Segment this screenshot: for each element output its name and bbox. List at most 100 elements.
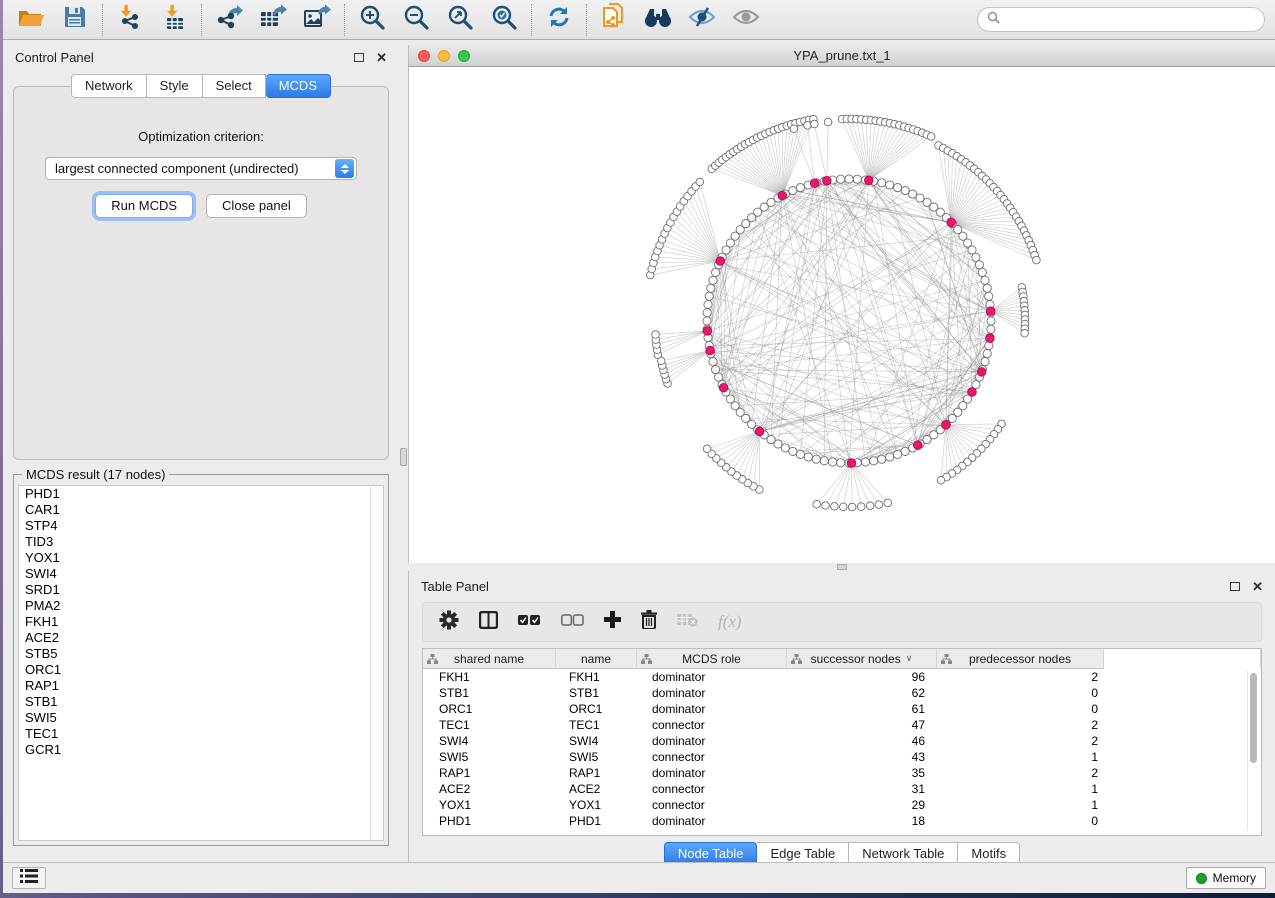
network-node[interactable] (983, 350, 991, 358)
network-node[interactable] (894, 184, 902, 192)
mcds-result-item[interactable]: YOX1 (19, 550, 383, 566)
mcds-hub-node[interactable] (986, 307, 995, 316)
network-node[interactable] (937, 477, 945, 485)
mcds-hub-node[interactable] (703, 327, 712, 336)
table-cell[interactable]: SWI5 (423, 749, 556, 765)
table-cell[interactable]: 18 (787, 813, 937, 829)
table-cell[interactable]: 35 (787, 765, 937, 781)
mcds-hub-node[interactable] (947, 218, 956, 227)
table-cell[interactable]: TEC1 (423, 717, 556, 733)
network-node[interactable] (652, 331, 660, 339)
mcds-result-item[interactable]: RAP1 (19, 678, 383, 694)
network-node[interactable] (886, 181, 894, 189)
table-cell[interactable]: 43 (787, 749, 937, 765)
hide-selected-button[interactable] (680, 3, 724, 37)
table-cell[interactable]: 0 (937, 701, 1104, 717)
table-cell[interactable]: connector (637, 749, 787, 765)
network-node[interactable] (901, 447, 909, 455)
network-node[interactable] (804, 122, 812, 130)
network-node[interactable] (715, 373, 723, 381)
network-node[interactable] (707, 284, 715, 292)
float-panel-icon[interactable] (354, 53, 364, 62)
table-cell[interactable]: YOX1 (556, 797, 637, 813)
tab-network[interactable]: Network (71, 74, 147, 98)
network-node[interactable] (975, 261, 983, 269)
table-cell[interactable]: 2 (937, 717, 1104, 733)
float-panel-icon[interactable] (1230, 582, 1240, 591)
optimization-criterion-select[interactable]: largest connected component (undirected) (45, 157, 357, 180)
first-neighbors-button[interactable] (636, 3, 680, 37)
network-node[interactable] (886, 453, 894, 461)
mcds-result-item[interactable]: PHD1 (19, 486, 383, 502)
column-header-name[interactable]: name (556, 649, 637, 669)
table-cell[interactable]: SWI4 (423, 733, 556, 749)
table-cell[interactable]: ACE2 (423, 781, 556, 797)
tab-style[interactable]: Style (147, 74, 203, 98)
network-node[interactable] (813, 500, 821, 508)
table-cell[interactable]: ACE2 (556, 781, 637, 797)
network-node[interactable] (978, 268, 986, 276)
network-node[interactable] (705, 292, 713, 300)
network-node[interactable] (972, 253, 980, 261)
zoom-fit-button[interactable] (438, 3, 482, 37)
close-panel-icon[interactable]: ✕ (376, 51, 387, 64)
network-graph[interactable] (409, 67, 1275, 562)
table-cell[interactable]: PHD1 (556, 813, 637, 829)
mcds-result-item[interactable]: STB1 (19, 694, 383, 710)
table-cell[interactable]: dominator (637, 733, 787, 749)
table-row[interactable]: SWI5SWI5connector431 (423, 749, 1261, 765)
function-builder-button[interactable]: f(x) (718, 612, 742, 632)
table-cell[interactable]: 2 (937, 669, 1104, 685)
table-cell[interactable]: 2 (937, 765, 1104, 781)
table-cell[interactable]: dominator (637, 685, 787, 701)
mcds-result-item[interactable]: FKH1 (19, 614, 383, 630)
scrollbar-thumb[interactable] (1250, 673, 1257, 763)
table-cell[interactable]: PHD1 (423, 813, 556, 829)
network-node[interactable] (811, 120, 819, 128)
delete-column-button[interactable] (641, 610, 657, 634)
mcds-result-item[interactable]: ORC1 (19, 662, 383, 678)
run-mcds-button[interactable]: Run MCDS (95, 194, 193, 218)
open-session-button[interactable] (9, 3, 53, 37)
mcds-hub-node[interactable] (719, 383, 728, 392)
table-cell[interactable]: FKH1 (556, 669, 637, 685)
mcds-result-item[interactable]: SRD1 (19, 582, 383, 598)
network-node[interactable] (790, 125, 798, 133)
network-node[interactable] (712, 366, 720, 374)
network-node[interactable] (866, 502, 874, 510)
mcds-result-item[interactable]: STB5 (19, 646, 383, 662)
table-cell[interactable]: dominator (637, 813, 787, 829)
network-node[interactable] (822, 502, 830, 510)
table-cell[interactable]: connector (637, 781, 787, 797)
import-table-button[interactable] (152, 3, 196, 37)
network-node[interactable] (985, 292, 993, 300)
table-cell[interactable]: 0 (937, 813, 1104, 829)
network-node[interactable] (709, 358, 717, 366)
mcds-result-item[interactable]: CAR1 (19, 502, 383, 518)
network-node[interactable] (853, 175, 861, 183)
delete-table-button[interactable] (677, 612, 698, 632)
table-cell[interactable]: dominator (637, 669, 787, 685)
select-all-button[interactable] (518, 613, 541, 631)
mcds-result-item[interactable]: SWI5 (19, 710, 383, 726)
network-node[interactable] (983, 284, 991, 292)
network-node[interactable] (878, 179, 886, 187)
table-row[interactable]: YOX1YOX1connector291 (423, 797, 1261, 813)
table-settings-button[interactable] (439, 610, 459, 635)
mcds-result-item[interactable]: ACE2 (19, 630, 383, 646)
search-input[interactable] (1006, 13, 1255, 27)
column-header-successor-nodes[interactable]: successor nodes∨ (787, 649, 937, 669)
network-node[interactable] (845, 175, 853, 183)
close-panel-icon[interactable]: ✕ (1252, 580, 1263, 593)
network-node[interactable] (831, 503, 839, 511)
column-header-predecessor-nodes[interactable]: predecessor nodes (937, 649, 1104, 669)
network-node[interactable] (857, 503, 865, 511)
network-node[interactable] (884, 499, 892, 507)
save-session-button[interactable] (53, 3, 97, 37)
show-panels-button[interactable] (12, 867, 46, 889)
network-node[interactable] (870, 457, 878, 465)
column-header-MCDS-role[interactable]: MCDS role (637, 649, 787, 669)
network-node[interactable] (789, 447, 797, 455)
mcds-hub-node[interactable] (914, 441, 923, 450)
table-cell[interactable]: FKH1 (423, 669, 556, 685)
